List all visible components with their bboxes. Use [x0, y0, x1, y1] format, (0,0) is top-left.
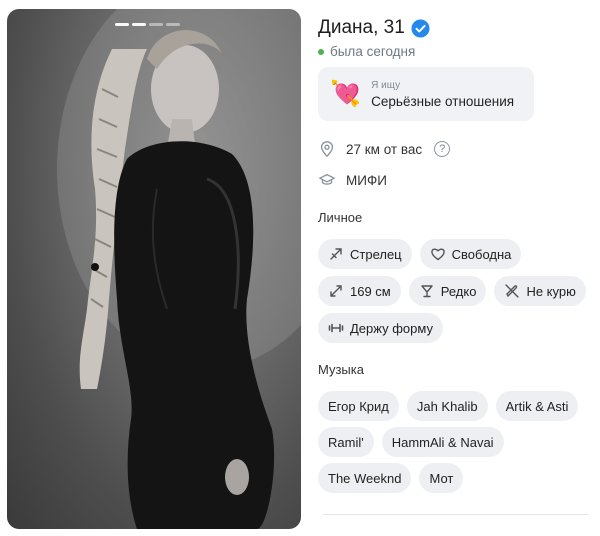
dumbbell-icon [328, 323, 344, 333]
section-divider [323, 514, 588, 515]
looking-for-label: Я ищу [371, 79, 401, 91]
photo-indicators [115, 23, 180, 26]
online-dot-icon [318, 48, 324, 55]
music-row-3: The Weeknd Мот [318, 463, 464, 493]
distance-row: 27 км от вас ? [318, 140, 451, 158]
online-status: была сегодня [318, 44, 415, 59]
no-smoking-icon [505, 284, 520, 298]
music-artist-chip[interactable]: HammAli & Navai [381, 427, 504, 457]
profile-name: Диана, 31 [318, 17, 405, 38]
looking-for-card: 💘 Я ищу Серьёзные отношения [318, 67, 534, 121]
location-pin-icon [320, 141, 334, 158]
tag-height[interactable]: 169 см [318, 276, 401, 306]
photo-indicator[interactable] [149, 23, 163, 26]
photo-illustration [57, 9, 301, 529]
tag-label: Редко [440, 283, 477, 299]
sagittarius-arrow-icon [330, 248, 342, 260]
glass-icon [421, 285, 433, 298]
music-artist-chip[interactable]: Ramil' [318, 427, 374, 457]
personal-tags-row-3: Держу форму [318, 313, 443, 343]
music-artist-chip[interactable]: Jah Khalib [406, 391, 488, 421]
photo-indicator[interactable] [132, 23, 146, 26]
heart-outline-icon [430, 248, 445, 261]
personal-tags-row-1: Стрелец Свободна [318, 239, 522, 269]
university-row: МИФИ [318, 171, 387, 189]
profile-photo[interactable] [7, 9, 301, 529]
height-arrows-icon [330, 285, 342, 297]
looking-for-value: Серьёзные отношения [371, 93, 515, 109]
name-row: Диана, 31 [318, 17, 430, 39]
tag-label: 169 см [350, 283, 391, 299]
tag-label: Держу форму [350, 320, 433, 336]
music-artist-chip[interactable]: Мот [419, 463, 464, 493]
music-artist-chip[interactable]: Егор Крид [318, 391, 399, 421]
music-section-title: Музыка [318, 362, 364, 377]
music-artist-chip[interactable]: Artik & Asti [495, 391, 579, 421]
graduation-cap-icon [319, 173, 335, 185]
university-text: МИФИ [346, 172, 387, 188]
distance-text: 27 км от вас [346, 141, 423, 157]
photo-indicator[interactable] [166, 23, 180, 26]
tag-fitness[interactable]: Держу форму [318, 313, 443, 343]
tag-zodiac[interactable]: Стрелец [318, 239, 412, 269]
music-row-2: Ramil' HammAli & Navai [318, 427, 504, 457]
personal-tags-row-2: 169 см Редко Не курю [318, 276, 586, 306]
tag-label: Свободна [451, 246, 512, 262]
photo-indicator[interactable] [115, 23, 129, 26]
heart-arrow-icon: 💘 [330, 79, 362, 108]
personal-section-title: Личное [318, 210, 363, 225]
tag-smoking[interactable]: Не курю [494, 276, 586, 306]
music-row-1: Егор Крид Jah Khalib Artik & Asti [318, 391, 579, 421]
music-artist-chip[interactable]: The Weeknd [318, 463, 412, 493]
tag-label: Не курю [526, 283, 576, 299]
tag-alcohol[interactable]: Редко [408, 276, 487, 306]
verified-icon [411, 18, 430, 38]
status-text: была сегодня [330, 44, 416, 59]
tag-label: Стрелец [350, 246, 402, 262]
distance-help-icon[interactable]: ? [434, 141, 451, 157]
tag-relationship[interactable]: Свободна [419, 239, 522, 269]
